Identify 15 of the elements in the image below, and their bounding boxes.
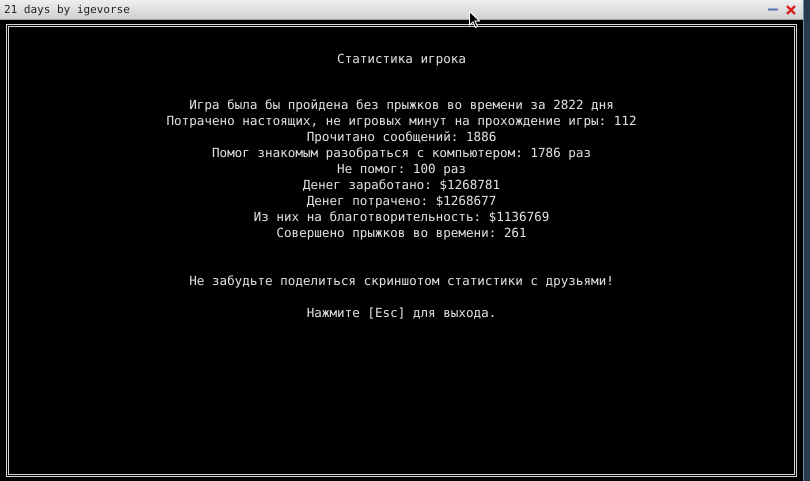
- window-title: 21 days by igevorse: [4, 3, 131, 16]
- stat-line: Денег заработано: $1268781: [302, 177, 500, 193]
- stat-line: Из них на благотворительность: $1136769: [254, 209, 550, 225]
- share-note: Не забудьте поделиться скриншотом статистики с друзьями!: [189, 273, 614, 289]
- close-icon[interactable]: [786, 4, 796, 14]
- stat-line: Игра была бы пройдена без прыжков во времени за 2822 дня: [189, 97, 614, 113]
- exit-hint: Нажмите [Esc] для выхода.: [306, 305, 496, 321]
- minimize-icon[interactable]: [768, 8, 778, 11]
- stat-line: Не помог: 100 раз: [337, 161, 466, 177]
- stat-line: Потрачено настоящих, не игровых минут на прохождение игры: 112: [166, 113, 637, 129]
- screen-heading: Статистика игрока: [337, 51, 466, 67]
- stat-line: Прочитано сообщений: 1886: [306, 129, 496, 145]
- stat-line: Помог знакомым разобраться с компьютером: 1786 раз: [212, 145, 592, 161]
- stat-line: Совершено прыжков во времени: 261: [276, 225, 527, 241]
- stat-line: Денег потрачено: $1268677: [306, 193, 496, 209]
